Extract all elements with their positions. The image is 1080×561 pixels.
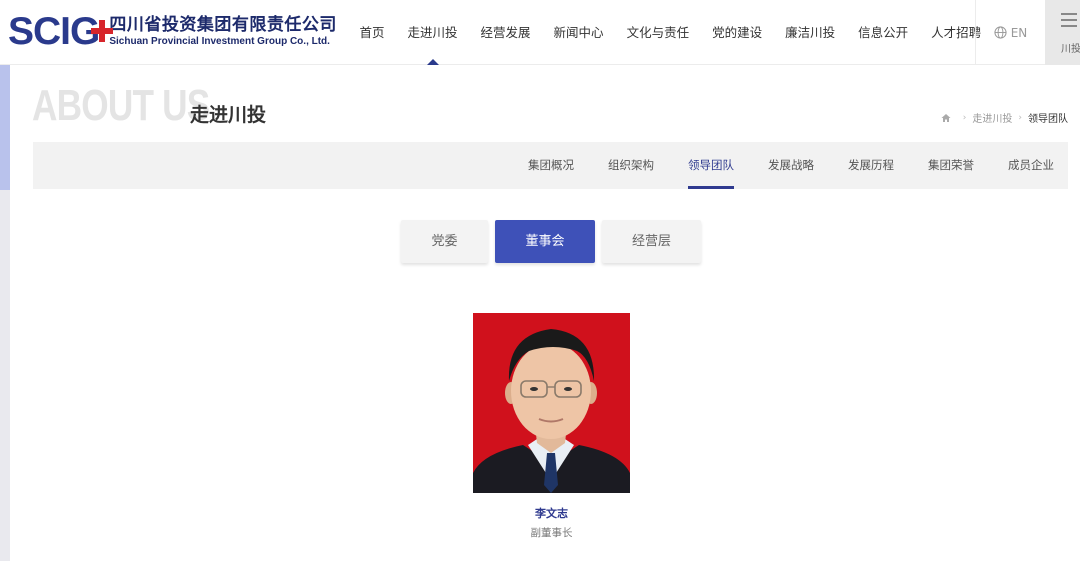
tab-management[interactable]: 经营层 xyxy=(602,220,701,263)
home-icon[interactable] xyxy=(941,113,951,123)
menu-label: 川投 xyxy=(1061,44,1080,55)
sub-nav: 集团概况 组织架构 领导团队 发展战略 发展历程 集团荣誉 成员企业 xyxy=(33,142,1068,189)
nav-item-party[interactable]: 党的建设 xyxy=(701,0,774,65)
chevron-right-icon: › xyxy=(1018,112,1022,123)
nav-item-culture[interactable]: 文化与责任 xyxy=(615,0,701,65)
menu-button[interactable]: 川投 xyxy=(1045,0,1080,65)
nav-item-about[interactable]: 走进川投 xyxy=(396,0,469,65)
left-strip-accent xyxy=(0,65,10,190)
nav-item-business[interactable]: 经营发展 xyxy=(469,0,542,65)
main-nav: 首页 走进川投 经营发展 新闻中心 文化与责任 党的建设 廉洁川投 信息公开 人… xyxy=(348,0,993,65)
nav-item-integrity[interactable]: 廉洁川投 xyxy=(774,0,847,65)
chevron-right-icon: › xyxy=(962,112,967,123)
subnav-item-overview[interactable]: 集团概况 xyxy=(508,142,588,189)
sub-nav-items: 集团概况 组织架构 领导团队 发展战略 发展历程 集团荣誉 成员企业 xyxy=(508,142,1068,189)
subnav-item-strategy[interactable]: 发展战略 xyxy=(748,142,828,189)
nav-item-home[interactable]: 首页 xyxy=(348,0,396,65)
subnav-item-history[interactable]: 发展历程 xyxy=(828,142,908,189)
breadcrumb-item-current: 领导团队 xyxy=(1028,114,1068,125)
nav-item-news[interactable]: 新闻中心 xyxy=(542,0,615,65)
page-title: 走进川投 xyxy=(190,104,267,126)
left-scroll-strip xyxy=(0,65,10,561)
breadcrumb: › 走进川投 › 领导团队 xyxy=(941,110,1068,125)
subnav-item-structure[interactable]: 组织架构 xyxy=(588,142,668,189)
subnav-item-leadership[interactable]: 领导团队 xyxy=(668,142,748,189)
leader-portrait[interactable] xyxy=(473,313,630,493)
globe-icon xyxy=(994,26,1007,39)
portrait-illustration xyxy=(473,313,630,493)
language-label: EN xyxy=(1010,25,1028,40)
logo[interactable]: SCIG 四川省投资集团有限责任公司 Sichuan Provincial In… xyxy=(8,10,337,54)
language-switch[interactable]: EN xyxy=(975,0,1045,65)
tab-party-committee[interactable]: 党委 xyxy=(401,220,488,263)
subnav-item-members[interactable]: 成员企业 xyxy=(988,142,1068,189)
tab-board[interactable]: 董事会 xyxy=(495,220,595,263)
logo-text: 四川省投资集团有限责任公司 Sichuan Provincial Investm… xyxy=(109,15,337,49)
logo-name-cn: 四川省投资集团有限责任公司 xyxy=(109,15,337,35)
logo-mark: SCIG xyxy=(8,10,100,53)
site-header: SCIG 四川省投资集团有限责任公司 Sichuan Provincial In… xyxy=(0,0,1080,65)
hamburger-icon xyxy=(1061,13,1077,27)
leader-name[interactable]: 李文志 xyxy=(473,505,630,521)
nav-item-disclosure[interactable]: 信息公开 xyxy=(847,0,920,65)
leader-title: 副董事长 xyxy=(530,527,573,539)
leader-tabs: 党委 董事会 经营层 xyxy=(401,220,701,263)
breadcrumb-item-about[interactable]: 走进川投 xyxy=(972,110,1012,125)
about-us-title: ABOUT US xyxy=(32,81,210,130)
subnav-item-honors[interactable]: 集团荣誉 xyxy=(908,142,988,189)
red-cross-icon xyxy=(91,20,113,42)
logo-name-en: Sichuan Provincial Investment Group Co.,… xyxy=(109,36,330,47)
